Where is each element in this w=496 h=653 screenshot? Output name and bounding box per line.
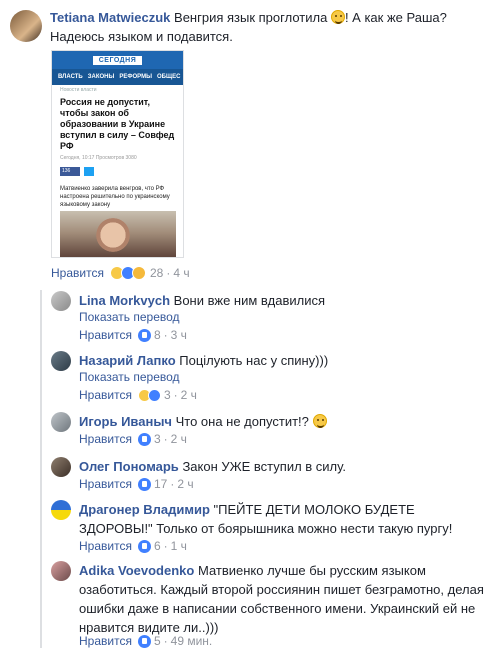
show-translation-link[interactable]: Показать перевод bbox=[79, 370, 180, 384]
like-button[interactable]: Нравится bbox=[79, 388, 132, 402]
like-count: 17 bbox=[153, 477, 168, 491]
comment-actions: Нравится 28 · 4 ч bbox=[51, 266, 190, 280]
reply-time[interactable]: 49 мин. bbox=[171, 634, 213, 648]
like-count: 8 bbox=[153, 328, 161, 342]
reply-author[interactable]: Lina Morkvych bbox=[79, 293, 170, 308]
smile-emoji-icon bbox=[312, 414, 327, 428]
separator: · bbox=[163, 539, 168, 553]
like-button[interactable]: Нравится bbox=[79, 634, 132, 648]
reply-actions: Нравится 17 · 2 ч bbox=[79, 477, 194, 491]
twitter-share-icon bbox=[84, 167, 94, 176]
wow-reaction-icon bbox=[131, 266, 146, 280]
reaction-count: 28 bbox=[149, 266, 164, 280]
show-translation-link[interactable]: Показать перевод bbox=[79, 310, 180, 324]
like-reaction-icon bbox=[137, 328, 151, 342]
like-count: 3 bbox=[153, 432, 161, 446]
avatar[interactable] bbox=[51, 291, 71, 311]
like-button[interactable]: Нравится bbox=[79, 477, 132, 491]
like-reaction-icon bbox=[147, 388, 161, 402]
comment-text: Венгрия язык проглотила bbox=[174, 10, 328, 25]
reply-author[interactable]: Adika Voevodenko bbox=[79, 563, 194, 578]
like-reaction-icon bbox=[137, 539, 151, 553]
reply-body: Драгонер Владимир "ПЕЙТЕ ДЕТИ МОЛОКО БУД… bbox=[79, 500, 491, 538]
comment-time[interactable]: 4 ч bbox=[173, 266, 189, 280]
reply-actions: Нравится 5 · 49 мин. bbox=[79, 634, 212, 648]
reply-author[interactable]: Назарий Лапко bbox=[79, 353, 176, 368]
laugh-emoji-icon bbox=[330, 10, 345, 24]
article-lead: Матвиенко заверила венгров, что РФ настр… bbox=[60, 186, 170, 208]
reply-author[interactable]: Олег Пономарь bbox=[79, 459, 179, 474]
avatar[interactable] bbox=[51, 561, 71, 581]
reply-text: Вони вже ним вдавилися bbox=[173, 293, 326, 308]
like-button[interactable]: Нравится bbox=[79, 328, 132, 342]
reply-actions: Нравится 3 · 2 ч bbox=[79, 388, 197, 402]
reply-author[interactable]: Игорь Иваныч bbox=[79, 414, 172, 429]
reply-time[interactable]: 2 ч bbox=[177, 477, 193, 491]
separator: · bbox=[163, 328, 168, 342]
avatar[interactable] bbox=[51, 500, 71, 520]
separator: · bbox=[170, 477, 175, 491]
reply-actions: Нравится 3 · 2 ч bbox=[79, 432, 187, 446]
like-button[interactable]: Нравится bbox=[79, 432, 132, 446]
avatar[interactable] bbox=[51, 457, 71, 477]
reply-actions: Нравится 6 · 1 ч bbox=[79, 539, 187, 553]
card-section: Новости власти bbox=[60, 87, 97, 93]
like-reaction-icon bbox=[137, 634, 151, 648]
like-button[interactable]: Нравится bbox=[79, 539, 132, 553]
reply-body: Adika Voevodenko Матвиенко лучше бы русс… bbox=[79, 561, 491, 637]
reply-time[interactable]: 1 ч bbox=[171, 539, 187, 553]
reply-text: Что она не допустит!? bbox=[175, 414, 309, 429]
avatar[interactable] bbox=[51, 412, 71, 432]
reply-text: Закон УЖЕ вступил в силу. bbox=[182, 459, 346, 474]
reply-actions: Нравится 8 · 3 ч bbox=[79, 328, 187, 342]
nav-item: РЕФОРМЫ bbox=[119, 74, 152, 80]
reply-time[interactable]: 2 ч bbox=[181, 388, 197, 402]
article-title: Россия не допустит, чтобы закон об образ… bbox=[60, 97, 175, 151]
card-header: СЕГОДНЯ bbox=[52, 51, 183, 69]
reply-body: Олег Пономарь Закон УЖЕ вступил в силу. bbox=[79, 457, 491, 476]
comment-author[interactable]: Tetiana Matwieczuk bbox=[50, 10, 170, 25]
nav-item: ОБЩЕС bbox=[156, 74, 181, 80]
like-reaction-icon bbox=[137, 477, 151, 491]
card-nav: ВЛАСТЬ ЗАКОНЫ РЕФОРМЫ ОБЩЕС bbox=[52, 69, 183, 85]
article-meta: Сегодня, 10:17 Просмотров 3080 bbox=[60, 155, 137, 161]
like-count: 5 bbox=[153, 634, 161, 648]
reply-body: Назарий Лапко Поцілують нас у спину))) bbox=[79, 351, 491, 370]
like-count: 6 bbox=[153, 539, 161, 553]
reply-body: Lina Morkvych Вони вже ним вдавилися bbox=[79, 291, 491, 310]
avatar[interactable] bbox=[10, 10, 42, 42]
reply-time[interactable]: 3 ч bbox=[171, 328, 187, 342]
reactions bbox=[137, 388, 161, 402]
reply-author[interactable]: Драгонер Владимир bbox=[79, 502, 210, 517]
nav-item: ЗАКОНЫ bbox=[87, 74, 115, 80]
site-logo: СЕГОДНЯ bbox=[92, 56, 143, 65]
comment-body: Tetiana Matwieczuk Венгрия язык проглоти… bbox=[50, 8, 490, 46]
separator: · bbox=[173, 388, 178, 402]
article-photo bbox=[60, 211, 176, 257]
nav-item: ВЛАСТЬ bbox=[58, 74, 83, 80]
like-button[interactable]: Нравится bbox=[51, 266, 104, 280]
like-count: 3 bbox=[163, 388, 171, 402]
reactions[interactable] bbox=[109, 266, 146, 280]
reply-body: Игорь Иваныч Что она не допустит!? bbox=[79, 412, 491, 431]
separator: · bbox=[163, 634, 168, 648]
separator: · bbox=[163, 432, 168, 446]
reply-text: Поцілують нас у спину))) bbox=[179, 353, 329, 368]
reply-time[interactable]: 2 ч bbox=[171, 432, 187, 446]
avatar[interactable] bbox=[51, 351, 71, 371]
share-buttons: 136 bbox=[52, 164, 183, 179]
separator: · bbox=[166, 266, 171, 280]
like-reaction-icon bbox=[137, 432, 151, 446]
thread-line bbox=[40, 290, 42, 648]
article-link-preview[interactable]: СЕГОДНЯ ВЛАСТЬ ЗАКОНЫ РЕФОРМЫ ОБЩЕС Ново… bbox=[51, 50, 184, 258]
facebook-share-icon: 136 bbox=[60, 167, 80, 176]
